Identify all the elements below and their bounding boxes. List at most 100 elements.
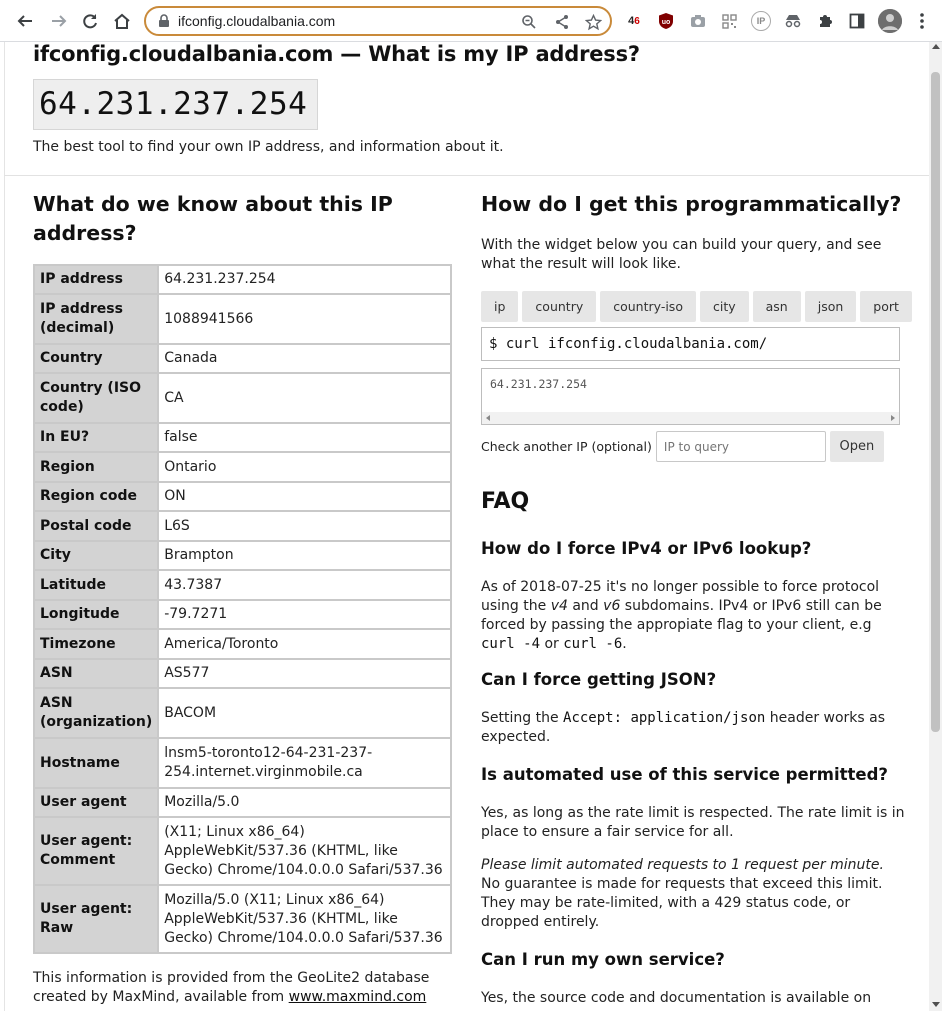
query-tab-country[interactable]: country [522, 291, 597, 322]
info-key: ASN [32, 658, 160, 689]
faq-item-json: Can I force getting JSON? Setting the Ac… [481, 669, 906, 747]
info-row: City Brampton [32, 540, 452, 571]
faq-question: Can I run my own service? [481, 950, 725, 969]
info-row: In EU? false [32, 422, 452, 453]
info-row: Latitude 43.7387 [32, 569, 452, 601]
camera-icon[interactable] [688, 11, 708, 31]
info-row: Hostname lnsm5-toronto12-64-231-237-254.i… [32, 737, 452, 789]
page-edge-line [4, 42, 5, 1011]
query-tab-country-iso[interactable]: country-iso [600, 291, 696, 322]
ip-icon[interactable]: IP [751, 11, 771, 31]
ip-query-input[interactable] [655, 431, 826, 462]
scroll-up-icon[interactable] [932, 44, 940, 49]
check-ip-label: Check another IP (optional) [481, 439, 652, 454]
info-value: ON [157, 481, 452, 512]
home-icon [114, 13, 130, 29]
info-key: User agent: Comment [32, 816, 160, 886]
address-bar[interactable]: ifconfig.cloudalbania.com [144, 6, 612, 36]
menu-icon[interactable] [912, 11, 932, 31]
info-key: IP address [32, 264, 160, 295]
reload-button[interactable] [77, 8, 103, 34]
reload-icon [83, 14, 97, 29]
open-button[interactable]: Open [829, 431, 884, 462]
info-key: Country (ISO code) [32, 372, 160, 424]
info-key: Hostname [32, 737, 160, 789]
back-arrow-icon [17, 15, 32, 27]
faq-code: curl -4 [481, 636, 541, 652]
sidebar-icon[interactable] [847, 11, 867, 31]
query-tab-json[interactable]: json [804, 291, 857, 322]
scrollbar-thumb[interactable] [931, 72, 940, 732]
forward-button[interactable] [46, 8, 72, 34]
bookmark-star-icon[interactable] [584, 13, 602, 31]
forward-arrow-icon [52, 15, 67, 27]
svg-text:uo: uo [662, 19, 671, 26]
faq-answer-text: . [622, 636, 627, 652]
home-button[interactable] [109, 8, 135, 34]
info-row: ASN AS577 [32, 658, 452, 689]
faq-answer: Setting the Accept: application/json hea… [481, 709, 906, 747]
ip-extension-label: IP [756, 16, 766, 26]
faq-question: How do I force IPv4 or IPv6 lookup? [481, 539, 812, 558]
info-row: Region Ontario [32, 451, 452, 483]
qr-icon[interactable] [719, 11, 739, 31]
ublock-icon[interactable]: uo [656, 11, 676, 31]
faq-answer-emphasis: Please limit automated requests to 1 req… [481, 857, 884, 873]
faq-answer-text: Setting the [481, 710, 564, 726]
faq-question: Can I force getting JSON? [481, 670, 717, 689]
info-value: (X11; Linux x86_64) AppleWebKit/537.36 (… [157, 816, 452, 886]
curl-command[interactable]: $ curl ifconfig.cloudalbania.com/ [481, 327, 900, 361]
info-value: L6S [157, 510, 452, 542]
incognito-icon[interactable] [783, 11, 803, 31]
faq-item-own-service: Can I run my own service? Yes, the sourc… [481, 949, 906, 1008]
info-row: Region code ON [32, 481, 452, 512]
zoom-icon[interactable] [520, 13, 538, 31]
faq-code: curl -6 [563, 636, 623, 652]
widget-intro: With the widget below you can build your… [481, 237, 882, 272]
info-row: ASN (organization) BACOM [32, 687, 452, 739]
info-key: Region [32, 451, 160, 483]
browser-toolbar: ifconfig.cloudalbania.com 46 uo IP [0, 0, 942, 42]
info-row: Timezone America/Toronto [32, 628, 452, 660]
info-key: Timezone [32, 628, 160, 660]
query-tab-ip[interactable]: ip [481, 291, 519, 322]
url-text[interactable]: ifconfig.cloudalbania.com [178, 13, 335, 29]
puzzle-icon[interactable] [815, 11, 835, 31]
profile-avatar[interactable] [878, 9, 902, 33]
maxmind-link[interactable]: www.maxmind.com [289, 989, 427, 1005]
page-scrollbar[interactable] [929, 42, 942, 1011]
scroll-left-icon[interactable] [486, 415, 490, 421]
info-value: false [157, 422, 452, 453]
query-tab-city[interactable]: city [699, 291, 749, 322]
query-result[interactable]: 64.231.237.254 [481, 368, 900, 425]
info-key: In EU? [32, 422, 160, 453]
info-key: Country [32, 343, 160, 374]
faq-answer: Yes, as long as the rate limit is respec… [481, 805, 905, 840]
share-icon[interactable] [553, 13, 571, 31]
faq-code: Accept: application/json [563, 710, 766, 726]
scroll-right-icon[interactable] [891, 415, 895, 421]
lock-icon[interactable] [158, 14, 170, 28]
query-tab-port[interactable]: port [860, 291, 912, 322]
info-row: Country (ISO code) CA [32, 372, 452, 424]
faq-item-ipv4-ipv6: How do I force IPv4 or IPv6 lookup? As o… [481, 538, 906, 654]
info-key: City [32, 540, 160, 571]
query-tab-asn[interactable]: asn [752, 291, 801, 322]
info-value: Mozilla/5.0 [157, 787, 452, 818]
info-key: Longitude [32, 599, 160, 630]
info-value: Mozilla/5.0 (X11; Linux x86_64) AppleWeb… [157, 884, 452, 954]
ip-info-heading: What do we know about this IP address? [33, 192, 393, 245]
info-value: Canada [157, 343, 452, 374]
info-key: User agent: Raw [32, 884, 160, 954]
info-row: User agent: Comment (X11; Linux x86_64) A… [32, 816, 452, 886]
4g-extension-icon[interactable]: 46 [624, 11, 644, 31]
back-button[interactable] [12, 8, 38, 34]
info-value: America/Toronto [157, 628, 452, 660]
faq-answer-v6: v6 [603, 598, 621, 614]
scroll-down-icon[interactable] [932, 1002, 940, 1007]
result-horizontal-scrollbar[interactable] [482, 412, 899, 424]
info-value: 64.231.237.254 [157, 264, 452, 295]
geolite-footnote: This information is provided from the Ge… [33, 969, 433, 1007]
faq-answer-v4: v4 [550, 598, 568, 614]
info-value: CA [157, 372, 452, 424]
